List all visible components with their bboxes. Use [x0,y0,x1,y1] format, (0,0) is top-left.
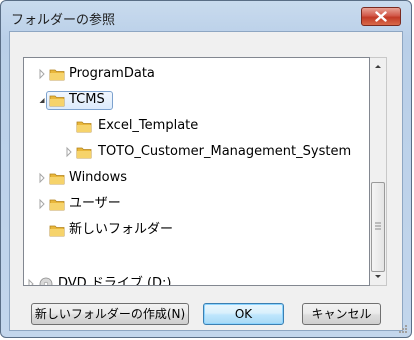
expand-arrow-icon[interactable] [37,63,47,85]
expand-arrow-icon[interactable] [37,193,47,215]
expand-arrow-icon[interactable] [37,167,47,189]
browse-folder-dialog: フォルダーの参照 ProgramData TCMS Excel_Template… [0,0,412,338]
expand-arrow-icon[interactable] [64,141,74,163]
folder-icon [49,69,65,81]
tree-item-label: Excel_Template [98,118,199,133]
thumb-grip-icon [375,222,381,230]
vertical-scrollbar[interactable] [370,57,387,286]
new-folder-button[interactable]: 新しいフォルダーの作成(N) [31,303,189,325]
folder-icon [49,173,65,185]
title-bar[interactable]: フォルダーの参照 [1,1,411,31]
dialog-title: フォルダーの参照 [11,13,116,28]
tree-item-label: DVD ドライブ (D:) [58,276,172,286]
folder-icon [49,95,65,107]
folder-icon [76,147,92,159]
tree-item-label: Windows [69,170,128,185]
tree-item-label: ユーザー [69,196,121,211]
tree-item-users[interactable]: ユーザー [24,193,369,215]
scroll-up-arrow-icon[interactable] [370,58,386,75]
tree-item-new-folder[interactable]: 新しいフォルダー [24,219,369,241]
ok-button[interactable]: OK [203,303,284,325]
scroll-down-arrow-icon[interactable] [370,268,386,285]
tree-item-dvd-drive[interactable]: DVD ドライブ (D:) [24,273,369,286]
tree-item-label: TCMS [69,92,105,107]
resize-grip-icon[interactable] [398,324,408,334]
dvd-drive-icon [39,277,53,285]
tree-item-label: ProgramData [69,66,155,81]
tree-item-label: TOTO_Customer_Management_System [98,144,352,159]
tree-item-windows[interactable]: Windows [24,167,369,189]
cancel-button[interactable]: キャンセル [302,303,381,325]
tree-item-excel-template[interactable]: Excel_Template [24,115,369,137]
folder-icon [49,225,65,237]
tree-item-tcms[interactable]: TCMS [24,89,369,111]
tree-item-programdata[interactable]: ProgramData [24,63,369,85]
folder-tree[interactable]: ProgramData TCMS Excel_Template TOTO_Cus… [23,57,370,286]
folder-icon [76,121,92,133]
expand-arrow-icon[interactable] [26,273,36,286]
scrollbar-thumb[interactable] [371,182,385,272]
tree-item-toto-customer-management-system[interactable]: TOTO_Customer_Management_System [24,141,369,163]
close-x-icon [375,11,387,22]
folder-icon [49,199,65,211]
close-button[interactable] [361,7,401,26]
tree-item-label: 新しいフォルダー [69,222,174,237]
